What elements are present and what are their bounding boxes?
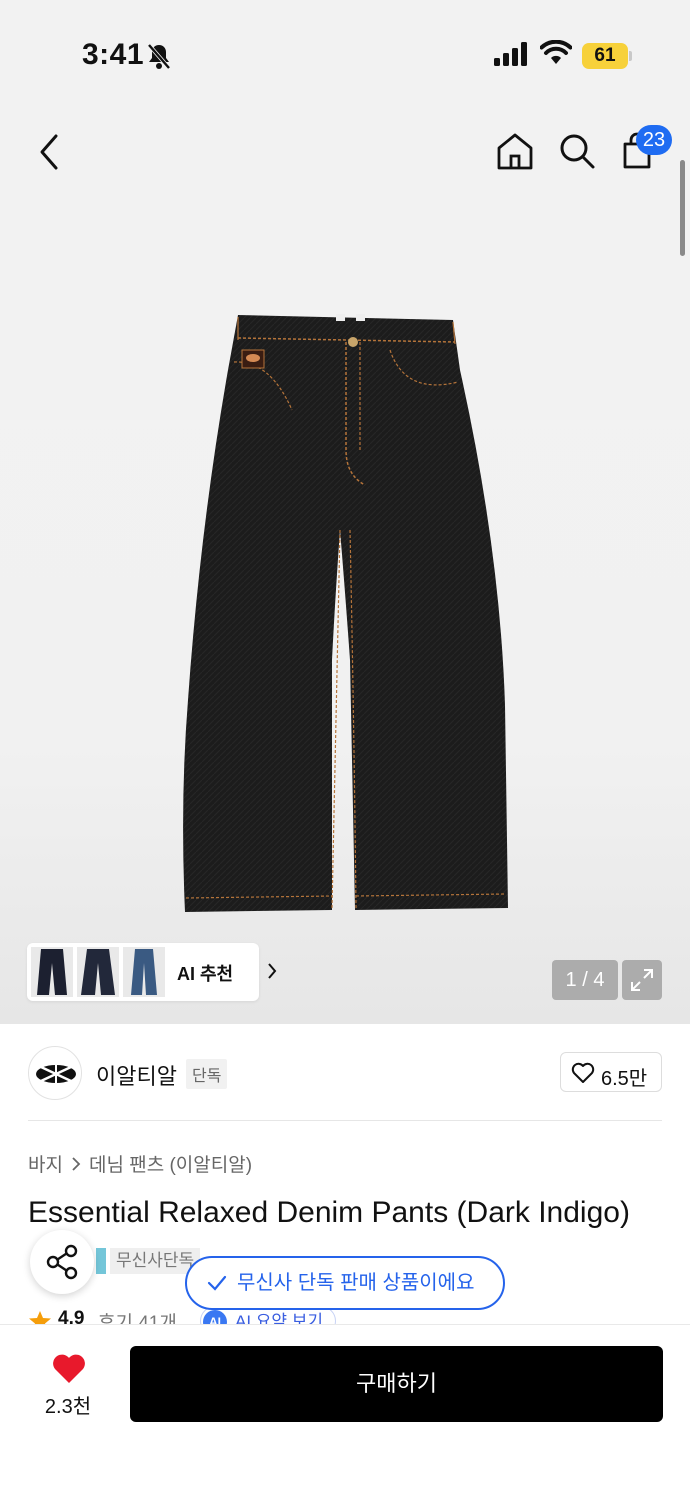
heart-outline-icon	[571, 1062, 595, 1083]
breadcrumb: 바지 데님 팬츠 (이알티알)	[28, 1150, 252, 1177]
product-gallery[interactable]: 23 AI 추천 1 / 4	[0, 100, 690, 1024]
wish-count: 2.3천	[44, 1396, 92, 1418]
brand-logo[interactable]	[28, 1046, 82, 1100]
recommend-thumbnail	[123, 947, 165, 997]
divider	[28, 1120, 662, 1121]
back-icon[interactable]	[30, 130, 70, 174]
buy-button[interactable]: 구매하기	[130, 1346, 663, 1422]
ai-recommend-button[interactable]: AI 추천	[27, 943, 277, 1001]
product-image[interactable]	[160, 300, 520, 920]
breadcrumb-subcategory[interactable]: 데님 팬츠 (이알티알)	[89, 1150, 252, 1177]
status-time: 3:41	[82, 38, 145, 71]
share-icon	[46, 1244, 78, 1280]
battery-tip	[629, 51, 632, 61]
brand-row: 이알티알 단독 6.5만	[0, 1024, 690, 1121]
brand-like-button[interactable]: 6.5만	[560, 1052, 662, 1092]
scrollbar[interactable]	[680, 160, 685, 256]
battery-indicator: 61	[582, 43, 628, 69]
breadcrumb-category[interactable]: 바지	[28, 1150, 63, 1177]
ai-recommend-label: AI 추천	[177, 964, 234, 984]
heart-filled-icon	[53, 1354, 85, 1383]
signal-icon	[494, 42, 527, 66]
product-title: Essential Relaxed Denim Pants (Dark Indi…	[28, 1196, 630, 1229]
wish-button[interactable]: 2.3천	[0, 1325, 130, 1435]
brand-name[interactable]: 이알티알	[96, 1059, 177, 1091]
status-bar: 3:41 61	[0, 0, 690, 100]
musinsa-exclusive-tag: 무신사단독	[110, 1248, 201, 1274]
tag-color-chip	[96, 1248, 106, 1274]
image-page-counter: 1 / 4	[552, 960, 618, 1000]
bottom-action-bar: 2.3천 구매하기	[0, 1324, 690, 1500]
recommend-thumbnail	[77, 947, 119, 997]
recommend-thumbnail	[31, 947, 73, 997]
check-icon	[207, 1275, 227, 1291]
toast-message: 무신사 단독 판매 상품이에요	[237, 1272, 475, 1294]
exclusive-toast: 무신사 단독 판매 상품이에요	[185, 1256, 505, 1310]
chevron-right-icon	[72, 1156, 81, 1171]
chevron-right-icon	[268, 963, 277, 979]
brand-like-count: 6.5만	[601, 1068, 648, 1090]
home-icon[interactable]	[494, 130, 536, 174]
expand-button[interactable]	[622, 960, 662, 1000]
expand-icon	[631, 969, 653, 991]
share-button[interactable]	[30, 1230, 94, 1294]
search-icon[interactable]	[556, 130, 598, 174]
wifi-icon	[540, 40, 572, 64]
bell-muted-icon	[147, 43, 171, 70]
cart-count-badge: 23	[636, 125, 672, 155]
exclusive-tag: 단독	[186, 1059, 228, 1089]
